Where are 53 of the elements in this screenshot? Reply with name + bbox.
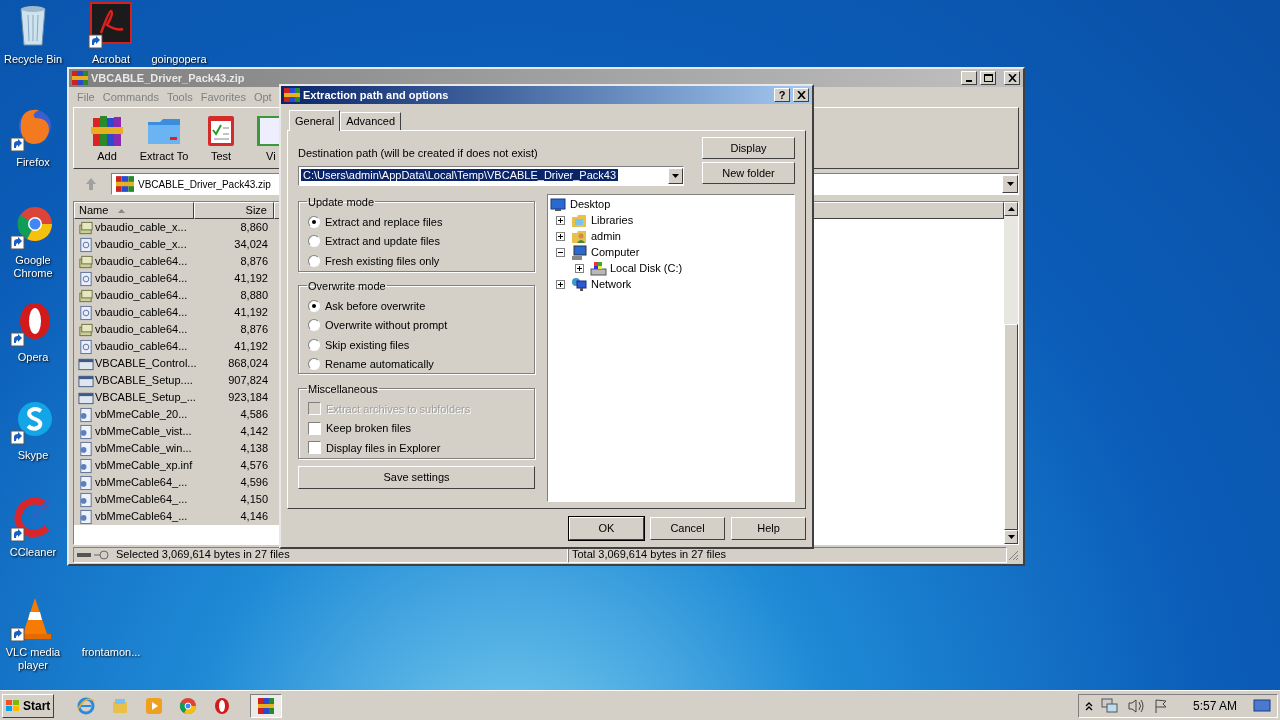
file-name: vbMmeCable_xp.inf	[95, 458, 193, 474]
radio-label: Rename automatically	[325, 357, 434, 372]
file-size: 8,880	[239, 288, 269, 304]
file-name: vbaudio_cable64...	[95, 339, 188, 355]
file-size: 41,192	[233, 305, 269, 321]
file-size: 8,860	[239, 220, 269, 236]
file-size: 923,184	[227, 390, 269, 406]
radio-label: Fresh existing files only	[325, 253, 440, 269]
file-name: VBCABLE_Setup_...	[95, 390, 196, 406]
file-size: 868,024	[227, 356, 269, 372]
file-size: 8,876	[239, 322, 269, 338]
file-name: VBCABLE_Control...	[95, 356, 197, 372]
checkbox-label: Keep broken files	[326, 421, 411, 436]
radio-label: Ask before overwrite	[325, 298, 426, 314]
radio-label: Extract and replace files	[325, 214, 443, 230]
file-name: vbMmeCable64_...	[95, 492, 188, 508]
file-size: 8,876	[239, 254, 269, 270]
file-size: 907,824	[227, 373, 269, 389]
file-name: vbaudio_cable64...	[95, 305, 188, 321]
file-name: vbMmeCable64_...	[95, 475, 188, 491]
file-size: 41,192	[233, 271, 269, 287]
file-size: 34,024	[233, 237, 269, 253]
file-size: 4,596	[239, 475, 269, 491]
radio-label: Extract and update files	[325, 234, 440, 249]
file-size: 4,146	[239, 509, 269, 525]
file-name: vbaudio_cable_x...	[95, 220, 187, 236]
group-title: Update mode	[307, 194, 376, 210]
file-name: vbMmeCable64_...	[95, 509, 188, 525]
file-name: vbaudio_cable64...	[95, 271, 188, 287]
file-name: VBCABLE_Setup....	[95, 373, 193, 389]
file-size: 4,576	[239, 458, 269, 474]
file-size: 4,142	[239, 424, 269, 440]
group-title: Miscellaneous	[307, 381, 379, 397]
file-size: 4,138	[239, 441, 269, 457]
group-title: Overwrite mode	[307, 278, 387, 294]
file-name: vbMmeCable_20...	[95, 407, 188, 423]
field-label: Destination path (will be created if does not exist)	[298, 146, 539, 161]
file-name: vbMmeCable_vist...	[95, 424, 192, 440]
radio-label: Overwrite without prompt	[325, 318, 448, 333]
file-size: 4,150	[239, 492, 269, 508]
file-size: 41,192	[233, 339, 269, 355]
file-size: 4,586	[239, 407, 269, 423]
file-name: vbMmeCable_win...	[95, 441, 192, 457]
file-name: vbaudio_cable_x...	[95, 237, 187, 253]
status-text: Selected 3,069,614 bytes in 27 files	[116, 547, 290, 563]
radio-label: Skip existing files	[325, 337, 410, 353]
file-name: vbaudio_cable64...	[95, 288, 188, 304]
file-name: vbaudio_cable64...	[95, 322, 188, 338]
window-title: VBCABLE_Driver_Pack43.zip	[91, 70, 246, 86]
file-name: vbaudio_cable64...	[95, 254, 188, 270]
checkbox-label: Display files in Explorer	[326, 440, 441, 456]
status-text: Total 3,069,614 bytes in 27 files	[572, 547, 727, 563]
dialog-title: Extraction path and options	[303, 87, 450, 103]
